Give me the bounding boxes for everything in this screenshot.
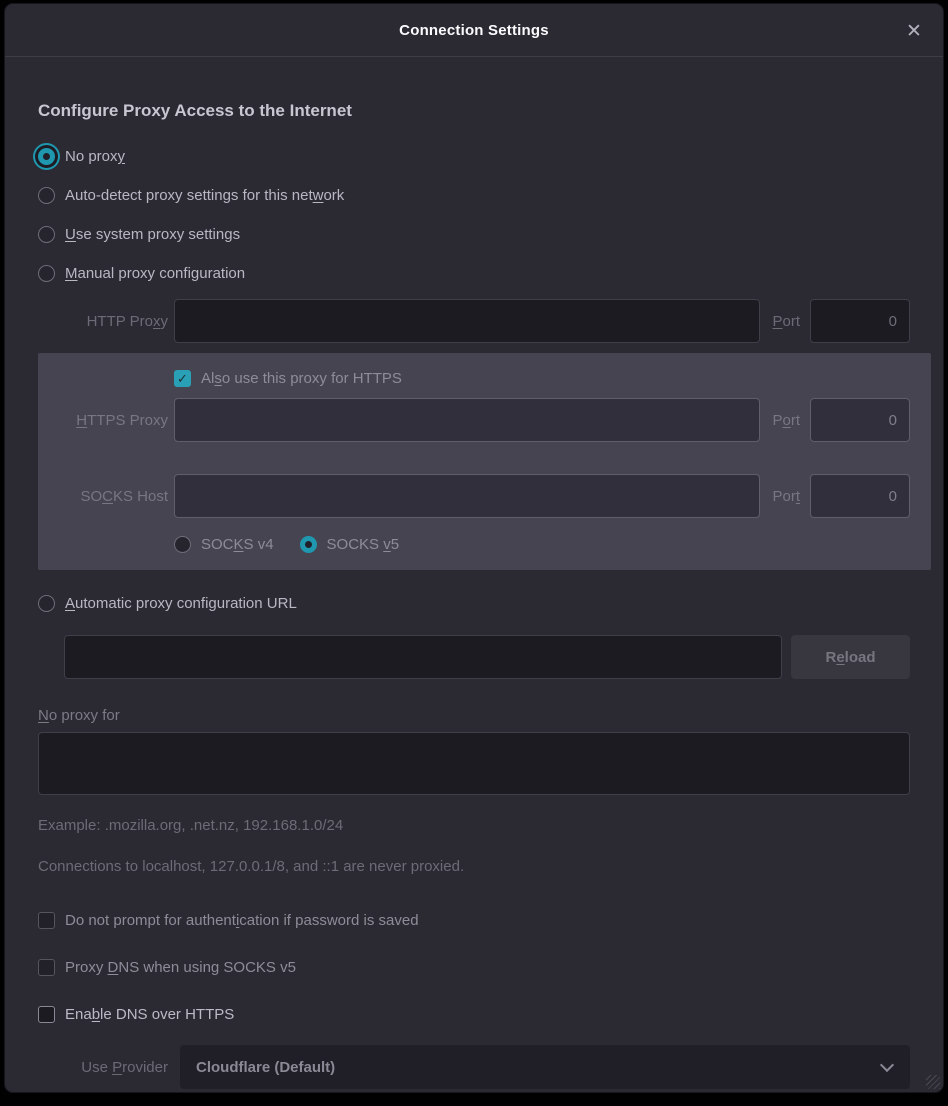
checkbox-doh-row[interactable]: Enable DNS over HTTPS — [38, 1006, 910, 1023]
resize-grip[interactable] — [926, 1075, 940, 1089]
https-proxy-label: HTTPS Proxy — [38, 412, 168, 429]
auto-config-url-row: Reload — [64, 635, 910, 679]
radio-no-proxy-label: No proxy — [65, 148, 125, 165]
radio-button-icon[interactable] — [38, 265, 55, 282]
radio-manual-proxy-label: Manual proxy configuration — [65, 265, 245, 282]
http-proxy-row: HTTP Proxy Port — [38, 299, 910, 343]
radio-button-icon[interactable] — [38, 148, 55, 165]
radio-button-icon[interactable] — [38, 226, 55, 243]
radio-no-proxy[interactable]: No proxy — [38, 137, 910, 176]
socks-port-label: Port — [772, 488, 800, 505]
radio-system-proxy[interactable]: Use system proxy settings — [38, 215, 910, 254]
http-proxy-label: HTTP Proxy — [38, 313, 168, 330]
checkbox-doh-label: Enable DNS over HTTPS — [65, 1006, 234, 1023]
dialog-title: Connection Settings — [399, 22, 549, 39]
http-port-input[interactable] — [810, 299, 910, 343]
radio-auto-detect-label: Auto-detect proxy settings for this netw… — [65, 187, 344, 204]
dialog-titlebar: Connection Settings ✕ — [5, 4, 943, 57]
radio-auto-config-url[interactable]: Automatic proxy configuration URL — [38, 584, 910, 623]
use-provider-label: Use Provider — [38, 1059, 168, 1076]
chevron-down-icon — [882, 1060, 892, 1070]
radio-button-icon[interactable] — [300, 536, 317, 553]
https-proxy-row: HTTPS Proxy Port — [38, 398, 910, 442]
connection-settings-dialog: Connection Settings ✕ Configure Proxy Ac… — [5, 4, 943, 1092]
https-proxy-input[interactable] — [174, 398, 760, 442]
checkbox-icon[interactable] — [38, 959, 55, 976]
radio-manual-proxy[interactable]: Manual proxy configuration — [38, 254, 910, 293]
no-proxy-for-label: No proxy for — [38, 707, 910, 724]
socks-version-radiogroup: SOCKS v4 SOCKS v5 — [174, 532, 910, 556]
dialog-content: Configure Proxy Access to the Internet N… — [5, 57, 943, 1092]
http-proxy-input[interactable] — [174, 299, 760, 343]
provider-dropdown[interactable]: Cloudflare (Default) — [180, 1045, 910, 1089]
radio-button-icon[interactable] — [38, 595, 55, 612]
checkbox-checked-icon[interactable]: ✓ — [174, 370, 191, 387]
no-proxy-example-text: Example: .mozilla.org, .net.nz, 192.168.… — [38, 817, 910, 834]
provider-dropdown-value: Cloudflare (Default) — [196, 1059, 335, 1076]
doh-provider-row: Use Provider Cloudflare (Default) — [38, 1045, 910, 1089]
checkbox-icon[interactable] — [38, 912, 55, 929]
radio-auto-detect[interactable]: Auto-detect proxy settings for this netw… — [38, 176, 910, 215]
socks-host-input[interactable] — [174, 474, 760, 518]
reload-button[interactable]: Reload — [791, 635, 910, 679]
no-proxy-for-textarea[interactable] — [38, 732, 910, 795]
https-port-input[interactable] — [810, 398, 910, 442]
auto-config-url-input[interactable] — [64, 635, 782, 679]
proxy-mode-radiogroup: No proxy Auto-detect proxy settings for … — [38, 137, 910, 293]
radio-button-icon[interactable] — [174, 536, 191, 553]
checkbox-no-prompt-label: Do not prompt for authentication if pass… — [65, 912, 419, 929]
radio-socks-v5[interactable]: SOCKS v5 — [300, 532, 400, 556]
checkbox-proxy-dns-label: Proxy DNS when using SOCKS v5 — [65, 959, 296, 976]
also-https-checkbox-row[interactable]: ✓ Also use this proxy for HTTPS — [174, 363, 910, 398]
radio-socks-v4-label: SOCKS v4 — [201, 536, 274, 553]
https-port-label: Port — [772, 412, 800, 429]
checkbox-icon[interactable] — [38, 1006, 55, 1023]
radio-button-icon[interactable] — [38, 187, 55, 204]
also-https-label: Also use this proxy for HTTPS — [201, 370, 402, 387]
radio-auto-config-url-label: Automatic proxy configuration URL — [65, 595, 297, 612]
close-icon[interactable]: ✕ — [899, 16, 929, 46]
checkbox-proxy-dns-row[interactable]: Proxy DNS when using SOCKS v5 — [38, 959, 910, 976]
page-title: Configure Proxy Access to the Internet — [38, 101, 910, 121]
radio-system-proxy-label: Use system proxy settings — [65, 226, 240, 243]
socks-host-row: SOCKS Host Port — [38, 474, 910, 518]
socks-port-input[interactable] — [810, 474, 910, 518]
radio-socks-v4[interactable]: SOCKS v4 — [174, 532, 274, 556]
socks-host-label: SOCKS Host — [38, 488, 168, 505]
checkbox-no-prompt-row[interactable]: Do not prompt for authentication if pass… — [38, 912, 910, 929]
http-port-label: Port — [772, 313, 800, 330]
manual-proxy-subsection: ✓ Also use this proxy for HTTPS HTTPS Pr… — [38, 353, 931, 570]
radio-socks-v5-label: SOCKS v5 — [327, 536, 400, 553]
localhost-note-text: Connections to localhost, 127.0.0.1/8, a… — [38, 858, 910, 875]
